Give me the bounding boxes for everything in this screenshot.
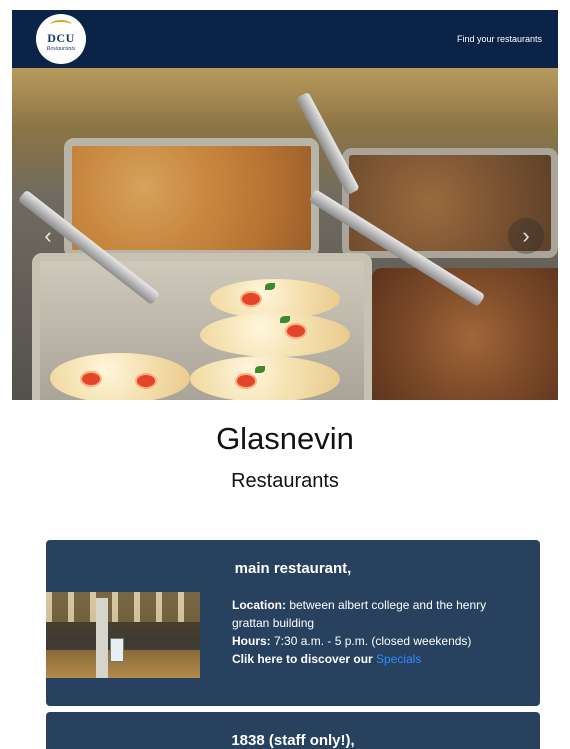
hero-image-fish [32, 253, 372, 400]
restaurant-card: main restaurant, Location: between alber… [46, 540, 540, 706]
restaurant-name: 1838 [231, 732, 265, 749]
hero-image-rice [64, 138, 319, 258]
hero-carousel: ‹ › [12, 68, 558, 400]
page-subtitle: Restaurants [231, 470, 339, 492]
restaurant-thumbnail [46, 592, 200, 678]
navbar: DCU Restaurants Find your restaurants [12, 10, 558, 68]
logo-text: DCU [47, 30, 75, 45]
specials-cta-text: Clik here to discover our [232, 652, 377, 666]
location-label: Location: [232, 598, 286, 612]
dcu-restaurants-logo[interactable]: DCU Restaurants [36, 14, 86, 64]
hours-value: 7:30 a.m. - 5 p.m. (closed weekends) [270, 634, 472, 648]
chevron-right-icon: › [522, 223, 530, 248]
specials-link[interactable]: Specials [376, 652, 421, 666]
find-restaurants-link[interactable]: Find your restaurants [457, 34, 542, 44]
restaurant-card: 1838 (staff only!), [46, 712, 540, 749]
hours-label: Hours: [232, 634, 271, 648]
logo-arc [50, 20, 72, 30]
carousel-next-button[interactable]: › [508, 218, 544, 254]
chevron-left-icon: ‹ [44, 223, 52, 248]
restaurant-name: main restaurant, [234, 560, 352, 577]
restaurant-name-suffix: (staff only!), [264, 732, 355, 749]
page-title: Glasnevin [216, 421, 354, 456]
restaurant-info: Location: between albert college and the… [232, 596, 522, 668]
carousel-prev-button[interactable]: ‹ [30, 218, 66, 254]
logo-subtext: Restaurants [46, 45, 76, 52]
